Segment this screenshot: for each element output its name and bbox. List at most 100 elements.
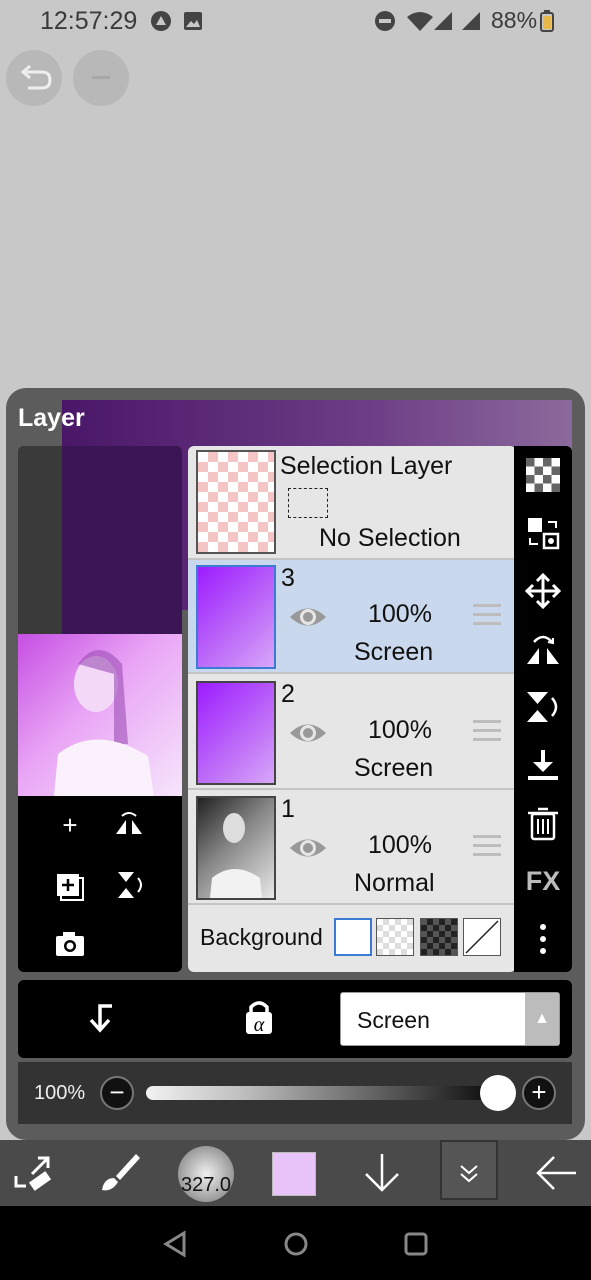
no-background-icon [465,920,499,954]
checker-fill-button[interactable] [524,456,562,494]
arrow-left-icon [536,1156,576,1190]
system-nav-bar [0,1206,591,1280]
selection-layer-row[interactable]: Selection Layer No Selection [188,446,514,560]
battery-percent: 88% [491,7,538,33]
menu-button[interactable] [73,50,129,106]
background-none-swatch[interactable] [463,918,501,956]
background-white-swatch[interactable] [334,918,372,956]
camera-icon [56,932,84,956]
panel-title: Layer [18,404,85,432]
background-transparent-swatch[interactable] [376,918,414,956]
canvas-preview: + [18,446,182,972]
wifi-icon [407,12,433,31]
blend-mode-select[interactable]: Screen ▲ [340,992,560,1046]
flip-horizontal-icon [527,635,559,664]
camera-button[interactable] [53,926,87,960]
visibility-eye-icon[interactable] [288,718,328,748]
flip-horizontal-icon [116,812,142,834]
layer-opacity: 100% [368,716,432,744]
background-dark-swatch[interactable] [420,918,458,956]
preview-image [18,634,182,796]
drag-handle-icon[interactable] [473,604,501,628]
arrow-down-icon [365,1154,399,1192]
layer-row-3[interactable]: 3 100% Screen [188,560,514,674]
portrait-figure [54,650,154,796]
brush-size-button[interactable]: 327.0 [178,1146,234,1202]
image-icon [184,12,202,30]
fx-button[interactable]: FX [524,862,562,900]
drag-handle-icon[interactable] [473,835,501,859]
bottom-toolbar: 327.0 [0,1140,591,1206]
layer-opacity: 100% [368,600,432,628]
add-layer-button[interactable]: + [53,808,87,842]
alpha-lock-icon: α [246,1001,272,1036]
layer-number: 2 [281,680,295,708]
layer-thumbnail [196,565,276,669]
visibility-eye-icon[interactable] [288,602,328,632]
nav-home-icon[interactable] [282,1230,310,1258]
layer-thumbnail [196,681,276,785]
tool-switch-button[interactable] [12,1150,56,1194]
down-arrow-button[interactable] [360,1150,404,1196]
layer-tools-toolbar: FX [514,446,572,972]
move-icon [524,572,562,610]
layer-blend-mode: Screen [354,754,434,782]
transform-icon [528,518,560,550]
selection-thumbnail [196,450,276,554]
clock: 12:57:29 [40,7,138,35]
transform-layer-button[interactable] [524,514,562,552]
flip-horizontal-button[interactable] [112,808,146,842]
layer-opacity: 100% [368,831,432,859]
signal-icon-2 [462,12,480,30]
alpha-lock-button[interactable]: α [240,998,280,1038]
sync-icon [151,11,171,31]
delete-layer-button[interactable] [524,804,562,842]
layer-row-1[interactable]: 1 100% Normal [188,791,514,905]
clipping-button[interactable] [82,998,122,1038]
undo-button[interactable] [6,50,62,106]
layer-blend-mode: Normal [354,869,435,897]
clipping-arrow-icon [89,1004,112,1033]
dropdown-arrow-icon[interactable]: ▲ [525,993,559,1045]
background-row: Background [188,904,514,972]
merge-down-button[interactable] [524,746,562,784]
duplicate-layer-button[interactable] [53,868,87,902]
brush-tool-button[interactable] [96,1150,142,1196]
drag-handle-icon[interactable] [473,720,501,744]
blend-mode-value: Screen [357,1007,430,1033]
flip-vertical-icon [118,872,142,898]
move-button[interactable] [524,572,562,610]
layer-blend-mode: Screen [354,638,434,666]
layer-panel: Layer + Selection Layer No Selection 3 1… [6,388,585,1140]
status-bar: 12:57:29 88% [0,0,591,44]
opacity-plus-button[interactable]: + [522,1076,556,1110]
arrow-down-icon [528,750,558,780]
layers-panel-button[interactable] [440,1140,498,1200]
brush-size-value: 327.0 [180,1174,232,1196]
menu-icon [92,76,110,79]
flip-horizontal-tool-button[interactable] [524,630,562,668]
flip-vertical-button[interactable] [112,868,146,902]
blend-bar: α Screen ▲ [18,980,572,1058]
brush-icon [102,1154,140,1191]
selection-status: No Selection [319,524,461,552]
checkerboard-icon [526,458,560,492]
svg-text:α: α [254,1014,265,1036]
layer-list: Selection Layer No Selection 3 100% Scre… [188,446,516,972]
more-options-button[interactable] [524,920,562,958]
trash-icon [528,807,558,841]
dnd-icon [375,11,395,31]
nav-recents-icon[interactable] [402,1230,430,1258]
opacity-value: 100% [34,1082,86,1104]
opacity-slider-knob[interactable] [480,1075,516,1111]
background-label: Background [200,924,323,950]
flip-vertical-tool-button[interactable] [524,688,562,726]
visibility-eye-icon[interactable] [288,833,328,863]
opacity-slider-track[interactable] [146,1086,486,1100]
nav-back-icon[interactable] [162,1230,190,1258]
flip-vertical-icon [527,692,558,722]
opacity-minus-button[interactable]: − [100,1076,134,1110]
back-button[interactable] [532,1150,580,1196]
color-swatch-button[interactable] [272,1152,316,1196]
layer-row-2[interactable]: 2 100% Screen [188,676,514,790]
